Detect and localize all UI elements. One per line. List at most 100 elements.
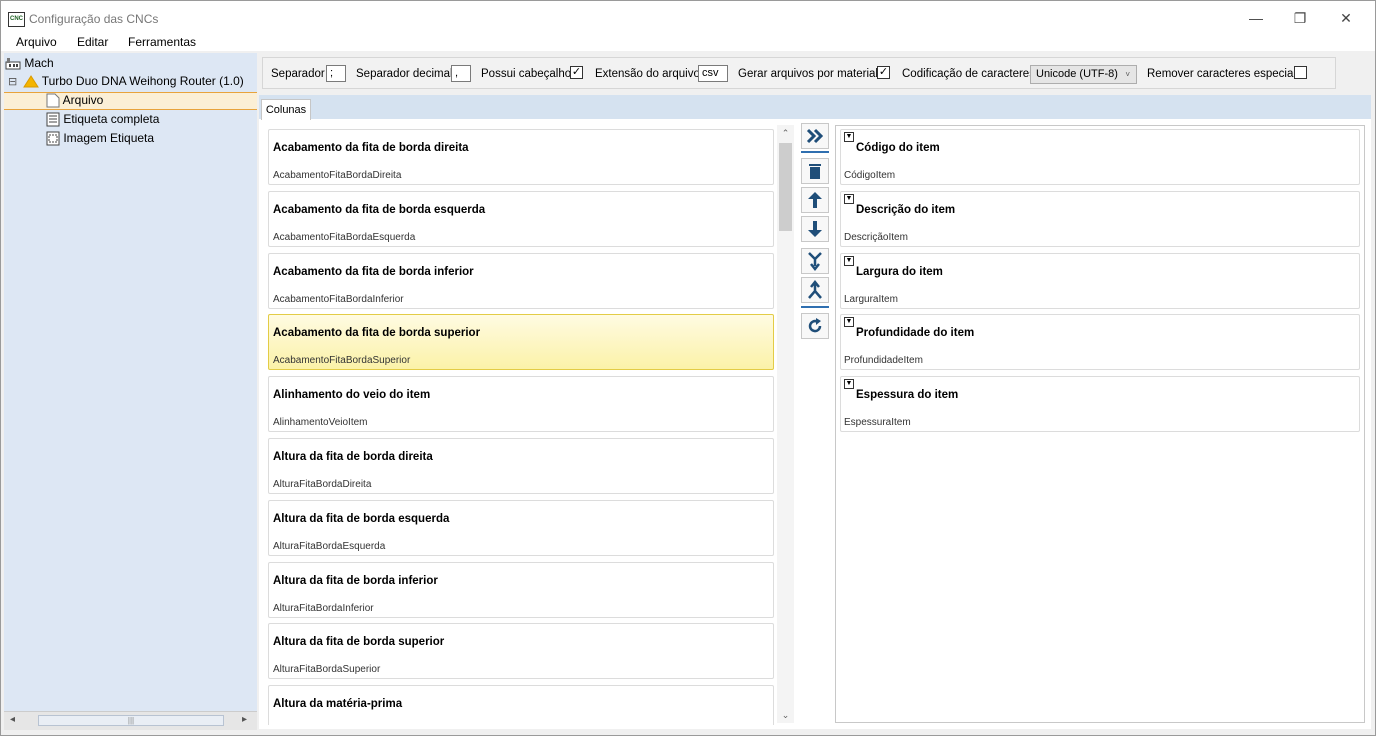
remove-column-button[interactable] <box>801 158 829 184</box>
split-up-button[interactable] <box>801 277 829 303</box>
chevron-down-icon: ˅ <box>1125 70 1130 79</box>
tree-item-machine[interactable]: ⊟ Turbo Duo DNA Weihong Router (1.0) <box>8 72 244 90</box>
available-column-item[interactable]: Altura da fita de borda inferior AlturaFi… <box>268 561 774 618</box>
collapse-icon[interactable]: ▼ <box>844 317 854 328</box>
reset-button[interactable] <box>801 313 829 339</box>
column-key: AcabamentoFitaBordaDireita <box>273 170 402 181</box>
arrow-up-icon <box>808 192 822 208</box>
column-key: AlturaFitaBordaInferior <box>273 602 374 614</box>
scroll-up-arrow[interactable]: ⌃ <box>777 125 794 141</box>
selected-columns-list: ▼ Código do item CódigoItem ▼ Descrição do i… <box>835 125 1365 723</box>
scrollbar-thumb[interactable]: ||| <box>38 715 224 726</box>
column-title: Altura da fita de borda direita <box>273 451 433 463</box>
column-key: AcabamentoFitaBordaSuperior <box>273 355 411 367</box>
selected-column-item[interactable]: ▼ Profundidade do item ProfundidadeItem <box>840 314 1360 371</box>
decimal-separator-label: Separador decimal <box>356 68 453 80</box>
collapse-icon[interactable]: ▼ <box>844 379 854 390</box>
tree-label-machine: Turbo Duo DNA Weihong Router (1.0) <box>41 74 244 88</box>
menu-ferramentas[interactable]: Ferramentas <box>128 35 196 49</box>
move-down-button[interactable] <box>801 216 829 242</box>
available-column-item[interactable]: Acabamento da fita de borda inferior Acab… <box>268 252 774 309</box>
warning-icon <box>22 75 39 88</box>
column-title: Altura da fita de borda inferior <box>273 574 438 587</box>
menu-arquivo[interactable]: Arquivo <box>16 35 57 49</box>
menu-editar[interactable]: Editar <box>77 35 108 49</box>
collapse-icon[interactable]: ⊟ <box>8 76 17 88</box>
extension-input[interactable]: csv <box>698 65 728 82</box>
main-window: CNC Configuração das CNCs — ❐ ✕ Arquivo … <box>0 0 1376 736</box>
encoding-label: Codificação de caracteres <box>902 68 1035 80</box>
selected-column-item[interactable]: ▼ Código do item CódigoItem <box>840 129 1360 185</box>
available-column-item[interactable]: Acabamento da fita de borda esquerda Acab… <box>268 190 774 247</box>
column-key: CódigoItem <box>844 170 896 181</box>
available-column-item[interactable]: Acabamento da fita de borda superior Acab… <box>268 314 774 371</box>
available-column-item[interactable]: Altura da fita de borda direita AlturaFit… <box>268 438 774 494</box>
tree-label-etiqueta-completa: Etiqueta completa <box>63 112 160 126</box>
tab-colunas[interactable]: Colunas <box>261 99 311 120</box>
column-title: Altura da fita de borda superior <box>273 636 445 649</box>
collapse-icon[interactable]: ▼ <box>844 132 854 142</box>
tree-horizontal-scrollbar[interactable]: ◂ ||| ▸ <box>4 711 257 730</box>
available-column-item[interactable]: Alinhamento do veio do item AlinhamentoVe… <box>268 376 774 433</box>
decimal-separator-input[interactable]: , <box>451 65 471 82</box>
column-key: ProfundidadeItem <box>844 355 923 367</box>
merge-down-button[interactable] <box>801 248 829 274</box>
column-key: EspessuraItem <box>844 417 911 429</box>
minimize-button[interactable]: — <box>1233 5 1279 31</box>
column-key: AlinhamentoVeioItem <box>273 417 368 429</box>
tree-selection-highlight <box>4 92 257 110</box>
scrollbar-thumb[interactable] <box>779 143 792 231</box>
scroll-down-arrow[interactable]: ⌄ <box>777 707 794 723</box>
column-title: Largura do item <box>856 265 943 278</box>
separator-input[interactable]: ; <box>326 65 346 82</box>
label-icon <box>46 112 60 127</box>
available-column-item[interactable]: Acabamento da fita de borda direita Acaba… <box>268 129 774 185</box>
close-button[interactable]: ✕ <box>1323 5 1369 31</box>
available-columns-list: Acabamento da fita de borda direita Acaba… <box>266 125 794 725</box>
cnc-app-icon: CNC <box>8 12 25 27</box>
arrow-down-icon <box>808 221 822 237</box>
tab-strip <box>259 95 1371 119</box>
available-column-item[interactable]: Altura da matéria-prima <box>268 685 774 725</box>
column-title: Profundidade do item <box>856 327 975 340</box>
selected-column-item[interactable]: ▼ Largura do item LarguraItem <box>840 252 1360 309</box>
column-title: Acabamento da fita de borda superior <box>273 327 481 340</box>
column-key: AlturaFitaBordaEsquerda <box>273 540 386 552</box>
factory-icon <box>5 58 21 70</box>
column-title: Alinhamento do veio do item <box>273 389 431 402</box>
tree-item-etiqueta-completa[interactable]: Etiqueta completa <box>46 110 159 128</box>
column-title: Código do item <box>856 142 940 154</box>
scroll-right-arrow[interactable]: ▸ <box>242 714 247 725</box>
scroll-left-arrow[interactable]: ◂ <box>10 714 15 725</box>
tree-label-mach: Mach <box>24 56 54 70</box>
column-key: DescriçãoItem <box>844 231 908 243</box>
split-up-icon <box>808 279 822 299</box>
column-title: Altura da fita de borda esquerda <box>273 512 450 525</box>
maximize-button[interactable]: ❐ <box>1277 5 1323 31</box>
encoding-select[interactable]: Unicode (UTF-8) ˅ <box>1030 65 1137 84</box>
collapse-icon[interactable]: ▼ <box>844 255 854 266</box>
column-title: Acabamento da fita de borda inferior <box>273 265 474 278</box>
tree-item-arquivo[interactable]: Arquivo <box>46 91 103 109</box>
available-column-item[interactable]: Altura da fita de borda superior AlturaFi… <box>268 623 774 680</box>
add-column-button[interactable] <box>801 123 829 149</box>
extension-label: Extensão do arquivo <box>595 68 700 80</box>
available-column-item[interactable]: Altura da fita de borda esquerda AlturaFi… <box>268 499 774 556</box>
column-key: AlturaFitaBordaDireita <box>273 479 372 490</box>
tree-label-imagem-etiqueta: Imagem Etiqueta <box>63 131 155 145</box>
tree-item-imagem-etiqueta[interactable]: Imagem Etiqueta <box>46 129 154 147</box>
remove-special-checkbox[interactable] <box>1294 66 1307 79</box>
column-title: Espessura do item <box>856 389 959 402</box>
image-label-icon <box>46 131 60 146</box>
column-key: AcabamentoFitaBordaInferior <box>273 293 404 305</box>
header-checkbox[interactable]: ✓ <box>570 66 583 79</box>
available-columns-scrollbar[interactable]: ⌃ ⌄ <box>777 125 794 723</box>
per-material-checkbox[interactable]: ✓ <box>877 66 890 79</box>
column-key: AlturaFitaBordaSuperior <box>273 664 381 676</box>
selected-column-item[interactable]: ▼ Espessura do item EspessuraItem <box>840 376 1360 433</box>
selected-column-item[interactable]: ▼ Descrição do item DescriçãoItem <box>840 190 1360 247</box>
collapse-icon[interactable]: ▼ <box>844 193 854 204</box>
move-up-button[interactable] <box>801 187 829 213</box>
column-title: Acabamento da fita de borda direita <box>273 142 469 154</box>
tree-item-mach[interactable]: Mach <box>5 54 54 72</box>
